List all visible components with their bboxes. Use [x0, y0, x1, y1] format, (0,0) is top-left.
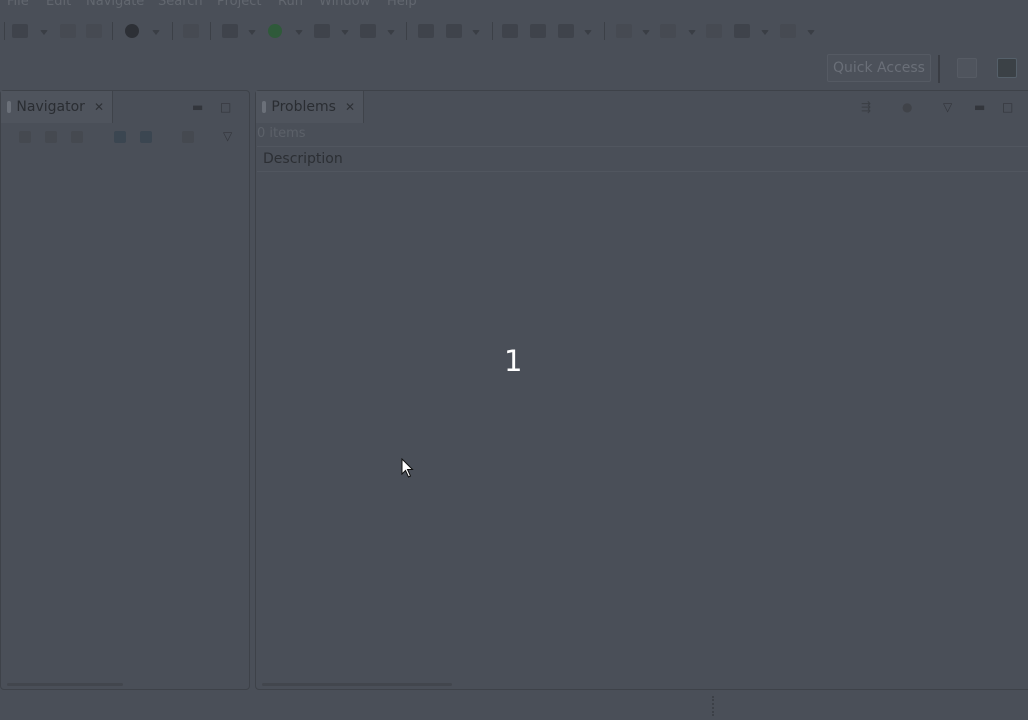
save-all-icon[interactable]: [86, 24, 102, 38]
menu-bar: File Edit Navigate Search Project Run Wi…: [0, 0, 1028, 10]
collapse-all-icon[interactable]: [114, 131, 126, 143]
tab-problems[interactable]: Problems ✕: [256, 91, 364, 123]
toolbar-separator: [4, 22, 5, 40]
problems-tabbar: Problems ✕ ⇶ ● ▽ ▬ □: [256, 91, 1028, 123]
chevron-down-icon[interactable]: [341, 30, 349, 35]
quick-access-field[interactable]: Quick Access: [827, 54, 931, 82]
new-class-icon[interactable]: [446, 24, 462, 38]
profile-icon[interactable]: [125, 24, 139, 38]
view-menu-icon[interactable]: ▽: [223, 129, 232, 143]
chevron-down-icon[interactable]: [248, 30, 256, 35]
menu-window[interactable]: Window: [319, 0, 370, 9]
horizontal-scrollbar[interactable]: [7, 683, 123, 686]
menu-navigate[interactable]: Navigate: [86, 0, 144, 9]
pin-icon[interactable]: [183, 24, 199, 38]
minimize-icon[interactable]: ▬: [974, 100, 985, 114]
perspective-separator: [938, 55, 940, 83]
configure-contents-icon[interactable]: ●: [902, 100, 912, 114]
forward-icon[interactable]: [780, 24, 796, 38]
prev-annotation-icon[interactable]: [660, 24, 676, 38]
debug-icon[interactable]: [222, 24, 238, 38]
filter-icon[interactable]: [182, 131, 194, 143]
link-with-editor-icon[interactable]: [140, 131, 152, 143]
toolbar-separator: [172, 22, 173, 40]
mouse-cursor-icon: [401, 458, 414, 478]
chevron-down-icon[interactable]: [152, 30, 160, 35]
up-icon[interactable]: [71, 131, 83, 143]
chevron-down-icon[interactable]: [642, 30, 650, 35]
chevron-down-icon[interactable]: [387, 30, 395, 35]
problems-status: 0 items: [257, 126, 306, 141]
chevron-down-icon[interactable]: [295, 30, 303, 35]
back-icon[interactable]: [734, 24, 750, 38]
problems-panel: Problems ✕ ⇶ ● ▽ ▬ □: [255, 90, 1028, 690]
view-menu-icon[interactable]: ▽: [943, 100, 952, 114]
navigator-tab-label: Navigator: [16, 99, 85, 115]
minimize-icon[interactable]: ▬: [192, 100, 203, 114]
maximize-icon[interactable]: □: [1002, 100, 1013, 114]
open-type-icon[interactable]: [502, 24, 518, 38]
focus-on-active-task-icon[interactable]: ⇶: [861, 100, 871, 114]
chevron-down-icon[interactable]: [761, 30, 769, 35]
maximize-icon[interactable]: □: [220, 100, 231, 114]
toolbar-separator: [210, 22, 211, 40]
save-icon[interactable]: [60, 24, 76, 38]
navigator-toolbar: ▽: [1, 125, 249, 147]
close-icon[interactable]: ✕: [345, 100, 355, 114]
search-icon[interactable]: [558, 24, 574, 38]
close-icon[interactable]: ✕: [94, 100, 104, 114]
navigator-tabbar: Navigator ✕ ▬ □: [1, 91, 249, 123]
menu-project[interactable]: Project: [217, 0, 261, 9]
next-annotation-icon[interactable]: [616, 24, 632, 38]
forward-icon[interactable]: [45, 131, 57, 143]
tab-navigator[interactable]: Navigator ✕: [1, 91, 113, 123]
toolbar-separator: [492, 22, 493, 40]
new-package-icon[interactable]: [418, 24, 434, 38]
menu-run[interactable]: Run: [278, 0, 303, 9]
status-bar-grip: [712, 696, 716, 716]
back-icon[interactable]: [19, 131, 31, 143]
menu-help[interactable]: Help: [387, 0, 417, 9]
run-icon[interactable]: [268, 24, 282, 38]
horizontal-scrollbar[interactable]: [262, 683, 452, 686]
menu-file[interactable]: File: [7, 0, 29, 9]
chevron-down-icon[interactable]: [584, 30, 592, 35]
chevron-down-icon[interactable]: [472, 30, 480, 35]
navigator-icon: [7, 101, 12, 113]
new-wizard-icon[interactable]: [12, 24, 28, 38]
chevron-down-icon[interactable]: [40, 30, 48, 35]
problems-table-header: Description: [257, 146, 1028, 172]
problems-icon: [262, 101, 267, 113]
menu-edit[interactable]: Edit: [46, 0, 71, 9]
last-edit-icon[interactable]: [706, 24, 722, 38]
java-perspective-icon[interactable]: [997, 58, 1017, 78]
chevron-down-icon[interactable]: [807, 30, 815, 35]
coverage-icon[interactable]: [314, 24, 330, 38]
toolbar-separator: [604, 22, 605, 40]
open-task-icon[interactable]: [530, 24, 546, 38]
navigator-panel: Navigator ✕ ▬ □ ▽: [0, 90, 250, 690]
open-perspective-icon[interactable]: [957, 58, 977, 78]
main-toolbar: [0, 18, 1028, 46]
overlay-label: 1: [504, 344, 523, 378]
column-description[interactable]: Description: [263, 151, 343, 167]
toolbar-separator: [112, 22, 113, 40]
external-tools-icon[interactable]: [360, 24, 376, 38]
chevron-down-icon[interactable]: [688, 30, 696, 35]
menu-search[interactable]: Search: [158, 0, 203, 9]
toolbar-separator: [406, 22, 407, 40]
problems-tab-label: Problems: [271, 99, 336, 115]
